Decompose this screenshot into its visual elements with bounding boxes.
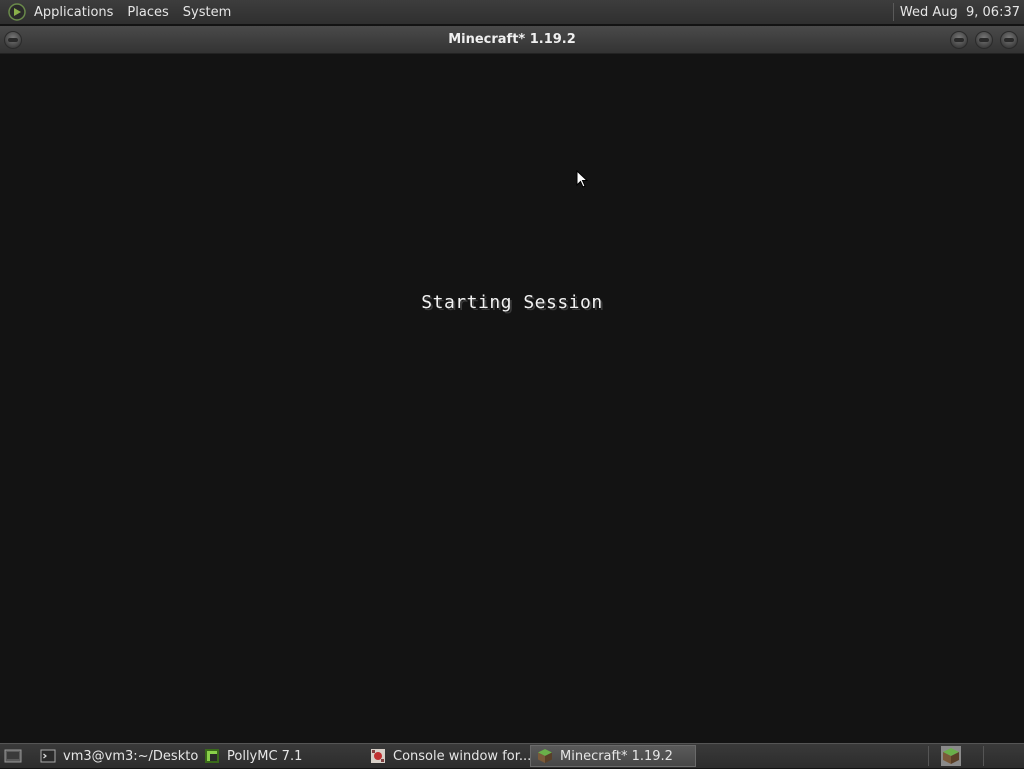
panel-separator bbox=[892, 3, 894, 21]
system-menu[interactable]: System bbox=[183, 5, 231, 20]
show-desktop-icon[interactable] bbox=[2, 745, 24, 767]
close-button[interactable] bbox=[1000, 31, 1018, 49]
places-menu[interactable]: Places bbox=[127, 5, 168, 20]
minecraft-grass-block-icon bbox=[538, 749, 552, 763]
taskbar-item-console[interactable]: Console window for... bbox=[364, 745, 530, 767]
taskbar-item-label: Minecraft* 1.19.2 bbox=[560, 748, 673, 764]
taskbar-item-minecraft[interactable]: Minecraft* 1.19.2 bbox=[530, 745, 696, 767]
minecraft-tray-icon[interactable] bbox=[941, 746, 961, 766]
mate-logo-icon[interactable] bbox=[8, 3, 26, 21]
system-tray bbox=[928, 744, 1024, 769]
mouse-cursor-icon bbox=[576, 170, 588, 188]
window-menu-button[interactable] bbox=[4, 31, 22, 49]
starting-session-text: Starting Session bbox=[421, 292, 603, 313]
window-title-bar[interactable]: Minecraft* 1.19.2 bbox=[0, 26, 1024, 54]
tray-separator bbox=[928, 746, 929, 766]
applications-menu[interactable]: Applications bbox=[34, 5, 113, 20]
game-viewport[interactable]: Starting Session bbox=[0, 54, 1024, 743]
maximize-button[interactable] bbox=[975, 31, 993, 49]
top-panel: Applications Places System Wed Aug 9, 06… bbox=[0, 0, 1024, 24]
window-title: Minecraft* 1.19.2 bbox=[448, 32, 576, 47]
taskbar-item-label: vm3@vm3:~/Desktop bbox=[63, 748, 198, 764]
taskbar-item-terminal[interactable]: vm3@vm3:~/Desktop bbox=[34, 745, 198, 767]
tray-separator bbox=[983, 746, 984, 766]
minimize-button[interactable] bbox=[950, 31, 968, 49]
bottom-panel: vm3@vm3:~/Desktop PollyMC 7.1 Console wi… bbox=[0, 743, 1024, 768]
taskbar-item-label: PollyMC 7.1 bbox=[227, 748, 303, 764]
taskbar-item-label: Console window for... bbox=[393, 748, 530, 764]
terminal-icon bbox=[40, 749, 56, 763]
clock[interactable]: Wed Aug 9, 06:37 bbox=[900, 5, 1020, 20]
taskbar-item-pollymc[interactable]: PollyMC 7.1 bbox=[198, 745, 364, 767]
console-icon bbox=[371, 749, 385, 763]
clock-area: Wed Aug 9, 06:37 bbox=[892, 0, 1024, 24]
pollymc-icon bbox=[205, 749, 219, 763]
